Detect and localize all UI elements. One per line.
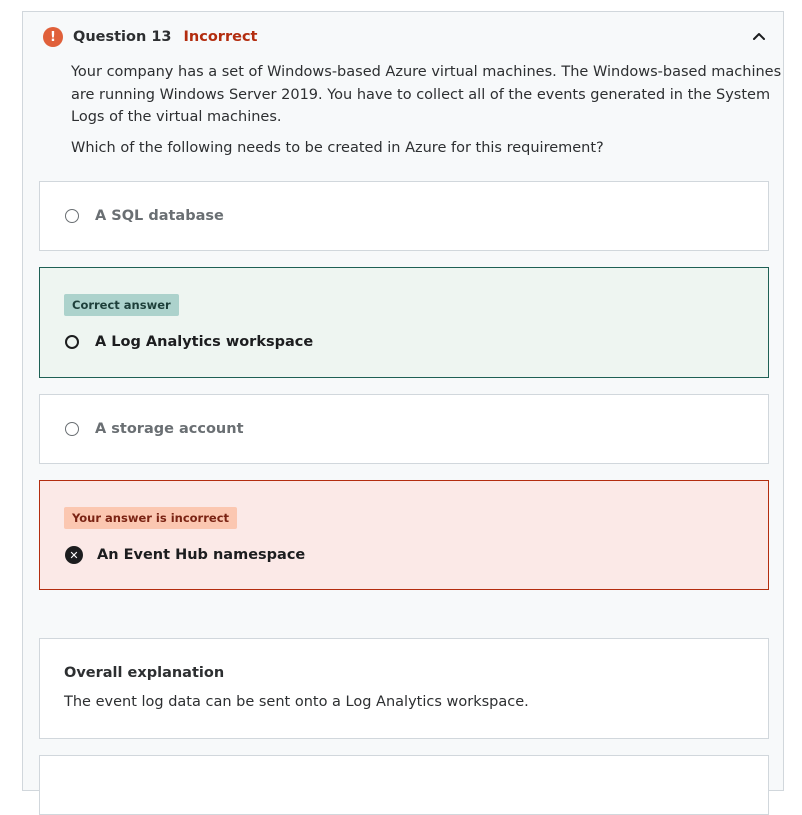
radio-icon[interactable] <box>65 422 79 436</box>
explanation-title: Overall explanation <box>64 665 225 681</box>
question-number: Question 13 <box>73 29 172 45</box>
question-header[interactable]: ! Question 13 Incorrect <box>43 26 767 48</box>
option-label: A Log Analytics workspace <box>95 334 314 350</box>
explanation-box: Overall explanation The event log data c… <box>39 638 769 739</box>
question-ask: Which of the following needs to be creat… <box>71 139 604 156</box>
question-status: Incorrect <box>183 29 258 45</box>
next-section <box>39 755 769 815</box>
radio-icon[interactable] <box>65 335 79 349</box>
option-sql-database[interactable]: A SQL database <box>39 181 769 251</box>
option-label: A storage account <box>95 421 244 437</box>
chevron-up-icon[interactable] <box>751 28 767 44</box>
error-icon: ! <box>43 27 63 47</box>
x-circle-icon: ✕ <box>65 546 83 564</box>
correct-answer-badge: Correct answer <box>64 294 179 316</box>
option-label: A SQL database <box>95 208 224 224</box>
option-label: An Event Hub namespace <box>97 547 306 563</box>
option-log-analytics[interactable]: Correct answer A Log Analytics workspace <box>39 267 769 378</box>
option-event-hub[interactable]: Your answer is incorrect ✕ An Event Hub … <box>39 480 769 590</box>
explanation-text: The event log data can be sent onto a Lo… <box>64 694 529 710</box>
question-prompt: Your company has a set of Windows-based … <box>71 61 787 159</box>
radio-icon[interactable] <box>65 209 79 223</box>
question-card: ! Question 13 Incorrect Your company has… <box>22 11 787 815</box>
incorrect-answer-badge: Your answer is incorrect <box>64 507 238 529</box>
question-text: Your company has a set of Windows-based … <box>71 64 782 125</box>
option-storage-account[interactable]: A storage account <box>39 394 769 464</box>
